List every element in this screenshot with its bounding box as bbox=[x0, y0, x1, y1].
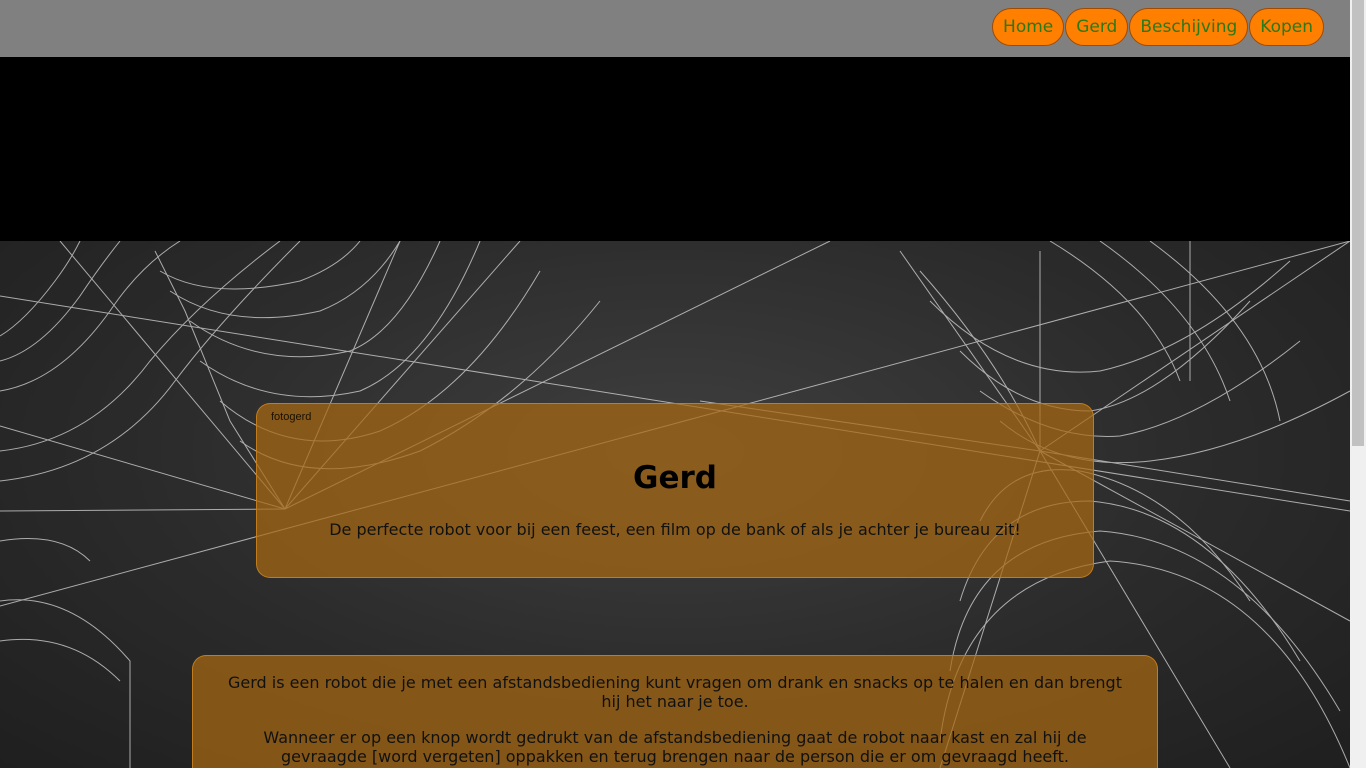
hero-subtitle: De perfecte robot voor bij een feest, ee… bbox=[329, 520, 1021, 539]
nav-kopen-button[interactable]: Kopen bbox=[1249, 8, 1324, 46]
page-title: Gerd bbox=[633, 460, 717, 496]
hero-card: fotogerd Gerd De perfecte robot voor bij… bbox=[256, 403, 1094, 578]
main-nav: Home Gerd Beschijving Kopen bbox=[992, 8, 1324, 46]
description-paragraph-1: Gerd is een robot die je met een afstand… bbox=[228, 673, 1122, 711]
scrollbar-thumb[interactable] bbox=[1352, 0, 1364, 446]
nav-beschijving-button[interactable]: Beschijving bbox=[1129, 8, 1249, 46]
vertical-scrollbar[interactable] bbox=[1350, 0, 1366, 768]
banner bbox=[0, 57, 1350, 241]
description-paragraph-2: Wanneer er op een knop wordt gedrukt van… bbox=[263, 728, 1087, 766]
nav-gerd-button[interactable]: Gerd bbox=[1065, 8, 1129, 46]
gerd-photo-alt-text: fotogerd bbox=[271, 411, 312, 423]
nav-home-button[interactable]: Home bbox=[992, 8, 1065, 46]
description-card: Gerd is een robot die je met een afstand… bbox=[192, 655, 1158, 768]
header-bar: Home Gerd Beschijving Kopen bbox=[0, 0, 1350, 57]
